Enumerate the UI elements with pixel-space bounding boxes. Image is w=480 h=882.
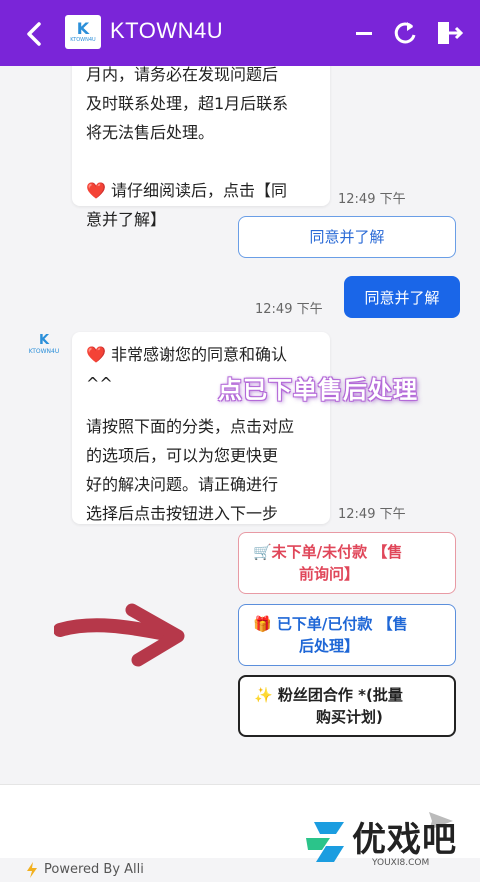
watermark-subtext: YOUXI8.COM [372,858,430,868]
app-logo: K KTOWN4U [65,15,101,49]
message-line: ❤️ 请仔细阅读后，点击【同 [86,181,288,200]
message-line: 及时联系处理，超1月后联系 [86,94,289,113]
option-line: 后处理】 [299,637,360,655]
bot-message-bubble: ❤️ 非常感谢您的同意和确认 ^^ 请按照下面的分类，点击对应 的选项后，可以为… [72,332,330,524]
message-line: 月内，请务必在发现问题后 [86,66,279,84]
bot-avatar: K KTOWN4U [27,334,61,364]
lightning-icon [27,862,37,878]
minimize-icon[interactable] [350,18,380,48]
message-line: 的选项后，可以为您更快更 [86,446,279,465]
site-watermark: 优戏吧 YOUXI8.COM [300,806,480,882]
user-message-text: 同意并了解 [364,288,440,307]
presale-option-button[interactable]: 🛒未下单/未付款 【售 前询问】 [238,532,456,594]
app-header: K KTOWN4U KTOWN4U [0,0,480,66]
user-message-bubble: 同意并了解 [344,276,460,318]
user-message-time: 12:49 下午 [255,302,323,317]
message-line: ❤️ 非常感谢您的同意和确认 [86,345,288,364]
aftersale-option-button[interactable]: 🎁 已下单/已付款 【售 后处理】 [238,604,456,666]
powered-by-text: Powered By Alli [44,862,144,877]
message-line [86,147,316,176]
fanclub-option-button[interactable]: ✨ 粉丝团合作 *(批量 购买计划) [238,675,456,737]
watermark-logo-icon [306,822,344,862]
message-line: 将无法售后处理。 [86,123,215,142]
back-icon[interactable] [18,17,52,51]
message-line: 好的解决问题。请正确进行 [86,475,279,494]
option-line: 🛒未下单/未付款 【售 [253,543,403,561]
message-time: 12:49 下午 [338,507,406,522]
agree-option-button[interactable]: 同意并了解 [238,216,456,258]
watermark-text: 优戏吧 [352,820,457,860]
option-line: 🎁 已下单/已付款 【售 [253,615,408,633]
option-line: ✨ 粉丝团合作 *(批量 [254,686,403,704]
logo-subtext: KTOWN4U [70,36,96,43]
message-line: 选择后点击按钮进入下一步 [86,504,279,523]
bot-message-bubble: 月内，请务必在发现问题后 及时联系处理，超1月后联系 将无法售后处理。 ❤️ 请… [72,66,330,229]
avatar-letter: K [38,333,50,348]
message-line: 请按照下面的分类，点击对应 [86,417,295,436]
option-line: 前询问】 [299,565,360,583]
app-title: KTOWN4U [110,18,224,43]
agree-option-label: 同意并了解 [309,228,385,246]
message-time: 12:49 下午 [338,192,406,207]
chat-area[interactable]: 月内，请务必在发现问题后 及时联系处理，超1月后联系 将无法售后处理。 ❤️ 请… [0,66,480,784]
overlay-caption: 点已下单售后处理 [218,376,418,404]
avatar-subtext: KTOWN4U [28,348,60,355]
refresh-icon[interactable] [390,18,420,48]
option-line: 购买计划) [316,708,383,726]
logo-letter: K [76,18,90,38]
arrow-annotation-icon [54,603,185,667]
exit-icon[interactable] [434,18,464,48]
